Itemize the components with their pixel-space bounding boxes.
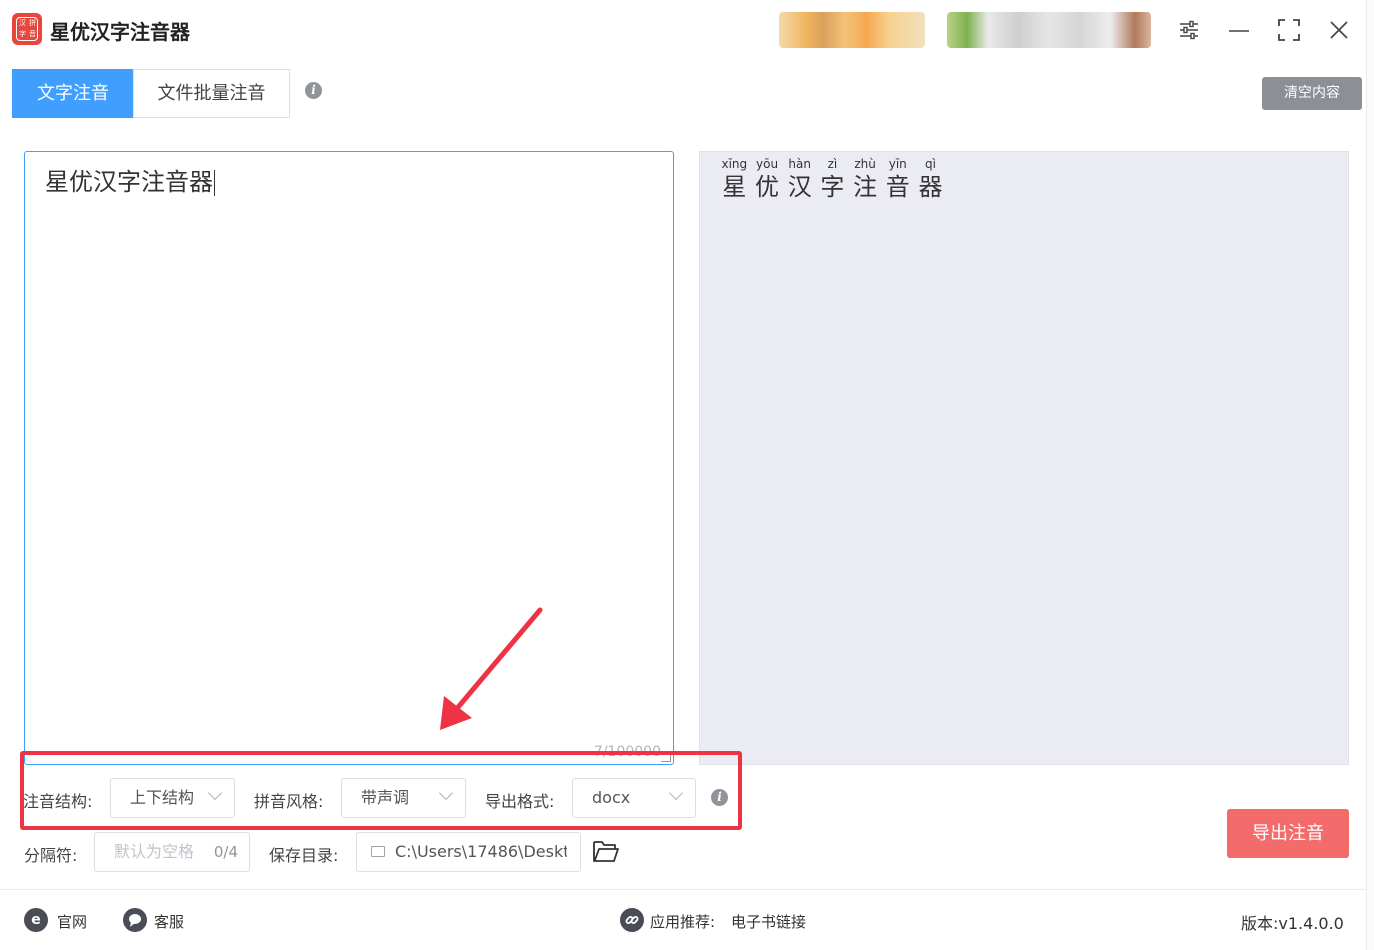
info-icon[interactable]: i: [305, 82, 322, 99]
pinyin-char: qì 器: [914, 156, 947, 202]
pinyin-char: hàn 汉: [783, 156, 816, 202]
website-link[interactable]: 官网: [57, 911, 87, 932]
pinyin-text: xīng: [721, 157, 748, 171]
pinyin-char: yōu 优: [751, 156, 784, 202]
close-icon[interactable]: [1326, 16, 1352, 44]
pinyin-char: yīn 音: [881, 156, 914, 202]
hanzi-text: 音: [885, 173, 910, 201]
text-caret: [214, 170, 215, 196]
folder-icon: [371, 846, 385, 857]
blurred-account-info: [947, 12, 1151, 48]
footer: e 官网 客服 应用推荐: 电子书链接 版本:v1.4.0.0: [0, 890, 1374, 950]
settings-sliders-icon[interactable]: [1176, 16, 1202, 44]
pinyin-preview-panel: xīng 星 yōu 优 hàn 汉 zì 字 zhù 注 yīn 音 qì 器: [699, 151, 1349, 765]
chat-icon: [123, 908, 147, 932]
tab-batch-file-annotation[interactable]: 文件批量注音: [133, 69, 290, 118]
hanzi-text: 汉: [787, 173, 812, 201]
app-title: 星优汉字注音器: [50, 20, 190, 44]
separator-placeholder: 默认为空格: [114, 842, 195, 861]
hanzi-text: 优: [755, 173, 780, 201]
clear-content-button[interactable]: 清空内容: [1262, 77, 1362, 110]
ie-icon: e: [24, 908, 48, 932]
hanzi-text: 注: [853, 173, 878, 201]
logo-glyph: 字: [19, 30, 26, 38]
logo-glyph: 拼: [29, 19, 36, 27]
app-logo: 汉 拼 字 音: [12, 13, 42, 45]
hanzi-text: 星: [722, 173, 747, 201]
logo-glyph: 音: [29, 30, 36, 38]
tab-text-annotation[interactable]: 文字注音: [12, 69, 134, 118]
recommend-label: 应用推荐:: [650, 913, 716, 931]
ebook-link[interactable]: 电子书链接: [731, 911, 806, 932]
link-icon: [620, 908, 644, 932]
pinyin-text: yīn: [888, 157, 907, 171]
minimize-icon[interactable]: [1226, 16, 1252, 44]
support-link[interactable]: 客服: [154, 911, 184, 932]
input-text: 星优汉字注音器: [45, 168, 213, 196]
fullscreen-icon[interactable]: [1276, 16, 1302, 44]
version-text: 版本:v1.4.0.0: [1241, 914, 1344, 933]
separator-label: 分隔符:: [24, 846, 78, 865]
separator-counter: 0/4: [213, 843, 238, 861]
pinyin-text: yōu: [756, 157, 779, 171]
pinyin-text: qì: [924, 157, 936, 171]
save-dir-label: 保存目录:: [269, 846, 339, 865]
separator-input[interactable]: 默认为空格 0/4: [94, 832, 250, 872]
pinyin-text: hàn: [788, 157, 811, 171]
blurred-user-info: [779, 12, 925, 48]
open-folder-icon[interactable]: [592, 838, 620, 864]
hanzi-text: 器: [918, 173, 943, 201]
pinyin-char: zì 字: [816, 156, 849, 202]
text-input-area[interactable]: 星优汉字注音器 7/100000: [24, 151, 674, 765]
logo-glyph: 汉: [19, 19, 26, 27]
pinyin-char: zhù 注: [849, 156, 882, 202]
window-edge: [1366, 0, 1374, 950]
highlight-box: [20, 751, 742, 830]
save-dir-value: C:\Users\17486\Deskto: [395, 842, 567, 861]
pinyin-preview-row: xīng 星 yōu 优 hàn 汉 zì 字 zhù 注 yīn 音 qì 器: [718, 156, 947, 202]
pinyin-char: xīng 星: [718, 156, 751, 202]
pinyin-text: zì: [827, 157, 838, 171]
title-bar: 汉 拼 字 音 星优汉字注音器: [0, 0, 1374, 60]
save-dir-input[interactable]: C:\Users\17486\Deskto: [356, 832, 581, 872]
export-annotation-button[interactable]: 导出注音: [1227, 809, 1349, 858]
hanzi-text: 字: [820, 173, 845, 201]
pinyin-text: zhù: [854, 157, 876, 171]
annotation-arrow: [440, 607, 543, 730]
